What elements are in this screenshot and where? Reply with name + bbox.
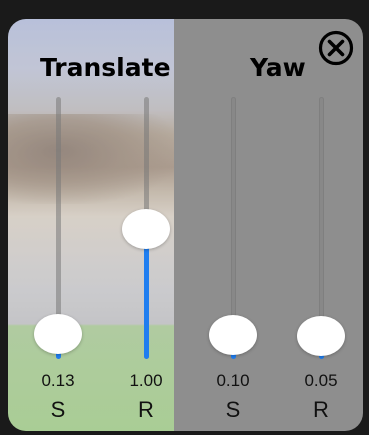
translate-s-label: S xyxy=(50,397,66,422)
pose-control-panel: Translate Yaw 0.13 S 1.00 R 0.10 S 0.05 … xyxy=(8,19,363,431)
yaw-s-label: S xyxy=(225,397,241,422)
slider-knob[interactable] xyxy=(209,315,257,355)
yaw-r-label: R xyxy=(313,397,329,422)
translate-r-label: R xyxy=(138,397,154,422)
stage: Translate Yaw 0.13 S 1.00 R 0.10 S 0.05 … xyxy=(0,0,369,435)
yaw-s-value: 0.10 xyxy=(216,371,250,390)
yaw-r-value: 0.05 xyxy=(304,371,338,390)
slider-knob[interactable] xyxy=(297,316,345,356)
translate-r-value: 1.00 xyxy=(129,371,163,390)
translate-title: Translate xyxy=(40,53,171,82)
close-icon[interactable] xyxy=(317,29,355,67)
yaw-title: Yaw xyxy=(250,53,306,82)
slider-knob[interactable] xyxy=(122,209,170,249)
translate-s-value: 0.13 xyxy=(41,371,75,390)
